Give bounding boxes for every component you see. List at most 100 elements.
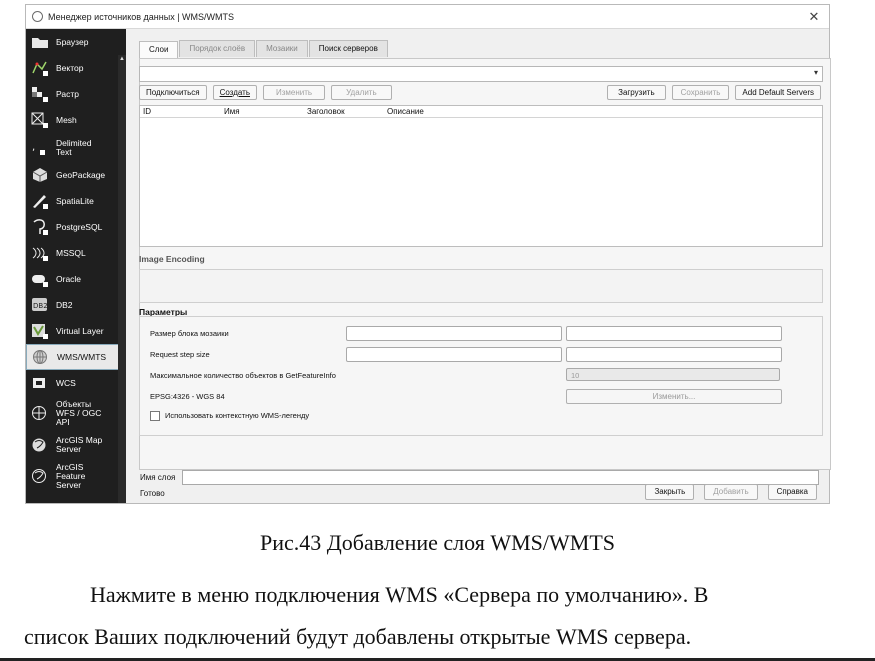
sidebar-item-geopackage[interactable]: GeoPackage xyxy=(26,162,126,188)
spatialite-icon xyxy=(30,192,50,210)
wms-icon xyxy=(31,348,51,366)
add-button[interactable]: Добавить xyxy=(704,484,758,500)
column-header-description[interactable]: Описание xyxy=(384,106,507,117)
max-features-input[interactable]: 10 xyxy=(566,368,780,381)
column-header-title[interactable]: Заголовок xyxy=(304,106,384,117)
tab-layer-order[interactable]: Порядок слоёв xyxy=(179,40,256,57)
sidebar-item-db2[interactable]: DB2 DB2 xyxy=(26,292,126,318)
postgresql-icon xyxy=(30,218,50,236)
max-features-label: Максимальное количество объектов в GetFe… xyxy=(150,371,336,380)
arcgis-map-icon xyxy=(30,436,50,454)
tile-width-input[interactable] xyxy=(346,326,562,341)
sidebar-item-vector[interactable]: Вектор xyxy=(26,55,126,81)
sidebar-item-label: SpatiaLite xyxy=(56,195,94,206)
sidebar-item-wfs[interactable]: Объекты WFS / OGC API xyxy=(26,396,126,430)
sidebar-item-browser[interactable]: Браузер xyxy=(26,29,126,55)
column-header-name[interactable]: Имя xyxy=(221,106,304,117)
folder-icon xyxy=(30,33,50,51)
sidebar-item-label: Delimited Text xyxy=(56,137,92,157)
change-crs-button[interactable]: Изменить... xyxy=(566,389,782,404)
sidebar-item-label: PostgreSQL xyxy=(56,221,103,232)
sidebar-item-label: DB2 xyxy=(56,299,73,310)
step-width-input[interactable] xyxy=(346,347,562,362)
sidebar-item-label: MSSQL xyxy=(56,247,86,258)
column-header-id[interactable]: ID xyxy=(140,106,221,117)
figure-caption: Рис.43 Добавление слоя WMS/WMTS xyxy=(259,530,615,555)
tile-height-input[interactable] xyxy=(566,326,782,341)
sidebar-item-virtual-layer[interactable]: Virtual Layer xyxy=(26,318,126,344)
contextual-legend-label: Использовать контекстную WMS-легенду xyxy=(165,411,310,420)
wcs-icon xyxy=(30,374,50,392)
connection-buttons: Подключиться Создать Изменить Удалить xyxy=(139,85,398,100)
layer-name-label: Имя слоя xyxy=(140,473,176,482)
sidebar-item-label: WCS xyxy=(56,377,76,388)
sidebar-item-label: Объекты WFS / OGC API xyxy=(56,398,102,427)
parameters-group: Размер блока мозаики Request step size М… xyxy=(139,316,823,436)
sidebar-item-mesh[interactable]: Mesh xyxy=(26,107,126,133)
chevron-down-icon: ▾ xyxy=(813,68,818,77)
vector-icon xyxy=(30,59,50,77)
scroll-up-icon[interactable]: ▲ xyxy=(118,55,126,63)
sidebar-item-label: ArcGIS Feature Server xyxy=(56,461,86,490)
window-title: Менеджер источников данных | WMS/WMTS xyxy=(48,11,235,22)
sidebar-item-arcgis-feature[interactable]: ArcGIS Feature Server xyxy=(26,459,126,493)
step-height-input[interactable] xyxy=(566,347,782,362)
sidebar-item-label: ArcGIS Map Server xyxy=(56,434,103,454)
sidebar-item-arcgis-map[interactable]: ArcGIS Map Server xyxy=(26,430,126,459)
connection-select[interactable]: ▾ xyxy=(139,66,823,82)
delete-button[interactable]: Удалить xyxy=(331,85,392,100)
tab-tilesets[interactable]: Мозаики xyxy=(256,40,308,57)
sidebar-item-postgresql[interactable]: PostgreSQL xyxy=(26,214,126,240)
sidebar-item-raster[interactable]: Растр xyxy=(26,81,126,107)
wfs-icon xyxy=(30,404,50,422)
help-button[interactable]: Справка xyxy=(767,484,817,500)
layers-table[interactable]: ID Имя Заголовок Описание xyxy=(139,105,823,247)
tab-layers[interactable]: Слои xyxy=(139,41,179,58)
layer-name-input[interactable] xyxy=(182,470,819,485)
tab-bar: Слои Порядок слоёв Мозаики Поиск серверо… xyxy=(139,40,389,58)
svg-text:DB2: DB2 xyxy=(33,302,48,310)
sidebar-item-oracle[interactable]: Oracle xyxy=(26,266,126,292)
svg-text:,: , xyxy=(32,142,35,153)
dialog-buttons: Закрыть Добавить Справка xyxy=(635,484,817,500)
close-button[interactable]: Закрыть xyxy=(645,484,695,500)
sidebar-item-label: Mesh xyxy=(56,114,77,125)
tile-size-label: Размер блока мозаики xyxy=(150,329,229,338)
image-encoding-box xyxy=(139,269,823,303)
sidebar-item-label: Браузер xyxy=(56,36,89,47)
crs-label: EPSG:4326 - WGS 84 xyxy=(150,392,225,401)
tab-server-search[interactable]: Поиск серверов xyxy=(308,40,388,57)
paragraph-line-1: Нажмите в меню подключения WMS «Сервера … xyxy=(90,582,709,607)
contextual-legend-checkbox[interactable] xyxy=(150,411,160,422)
close-window-icon[interactable]: ✕ xyxy=(805,9,823,25)
qgis-app-icon xyxy=(32,11,43,22)
paragraph-line-2: список Ваших подключений будут добавлены… xyxy=(24,624,692,649)
sidebar-item-wcs[interactable]: WCS xyxy=(26,370,126,396)
sidebar-item-label: Растр xyxy=(56,88,79,99)
mesh-icon xyxy=(30,111,50,129)
contextual-legend-row[interactable]: Использовать контекстную WMS-легенду xyxy=(150,411,310,422)
image-encoding-title: Image Encoding xyxy=(139,254,205,264)
save-button[interactable]: Сохранить xyxy=(671,85,730,100)
data-source-manager-window: Менеджер источников данных | WMS/WMTS ✕ … xyxy=(25,4,831,504)
sidebar-item-label: WMS/WMTS xyxy=(57,351,107,362)
request-step-label: Request step size xyxy=(150,350,210,359)
load-button[interactable]: Загрузить xyxy=(607,85,666,100)
delimited-text-icon: , xyxy=(30,139,50,157)
sidebar-item-label: Oracle xyxy=(56,273,82,284)
edit-button[interactable]: Изменить xyxy=(262,85,326,100)
main-area: Слои Порядок слоёв Мозаики Поиск серверо… xyxy=(129,29,831,503)
sidebar-item-wms-wmts[interactable]: WMS/WMTS xyxy=(26,344,126,370)
raster-icon xyxy=(30,85,50,103)
sidebar-scrollbar[interactable]: ▲ ▼ xyxy=(118,55,126,503)
mssql-icon xyxy=(30,244,50,262)
add-default-servers-button[interactable]: Add Default Servers xyxy=(735,85,821,100)
sidebar-item-spatialite[interactable]: SpatiaLite xyxy=(26,188,126,214)
connect-button[interactable]: Подключиться xyxy=(139,85,207,100)
create-button[interactable]: Создать xyxy=(212,85,257,100)
file-buttons: Загрузить Сохранить Add Default Servers xyxy=(607,85,821,100)
title-bar: Менеджер источников данных | WMS/WMTS ✕ xyxy=(26,5,829,29)
sidebar-item-delimited-text[interactable]: , Delimited Text xyxy=(26,133,126,162)
status-text: Готово xyxy=(140,489,165,498)
sidebar-item-mssql[interactable]: MSSQL xyxy=(26,240,126,266)
